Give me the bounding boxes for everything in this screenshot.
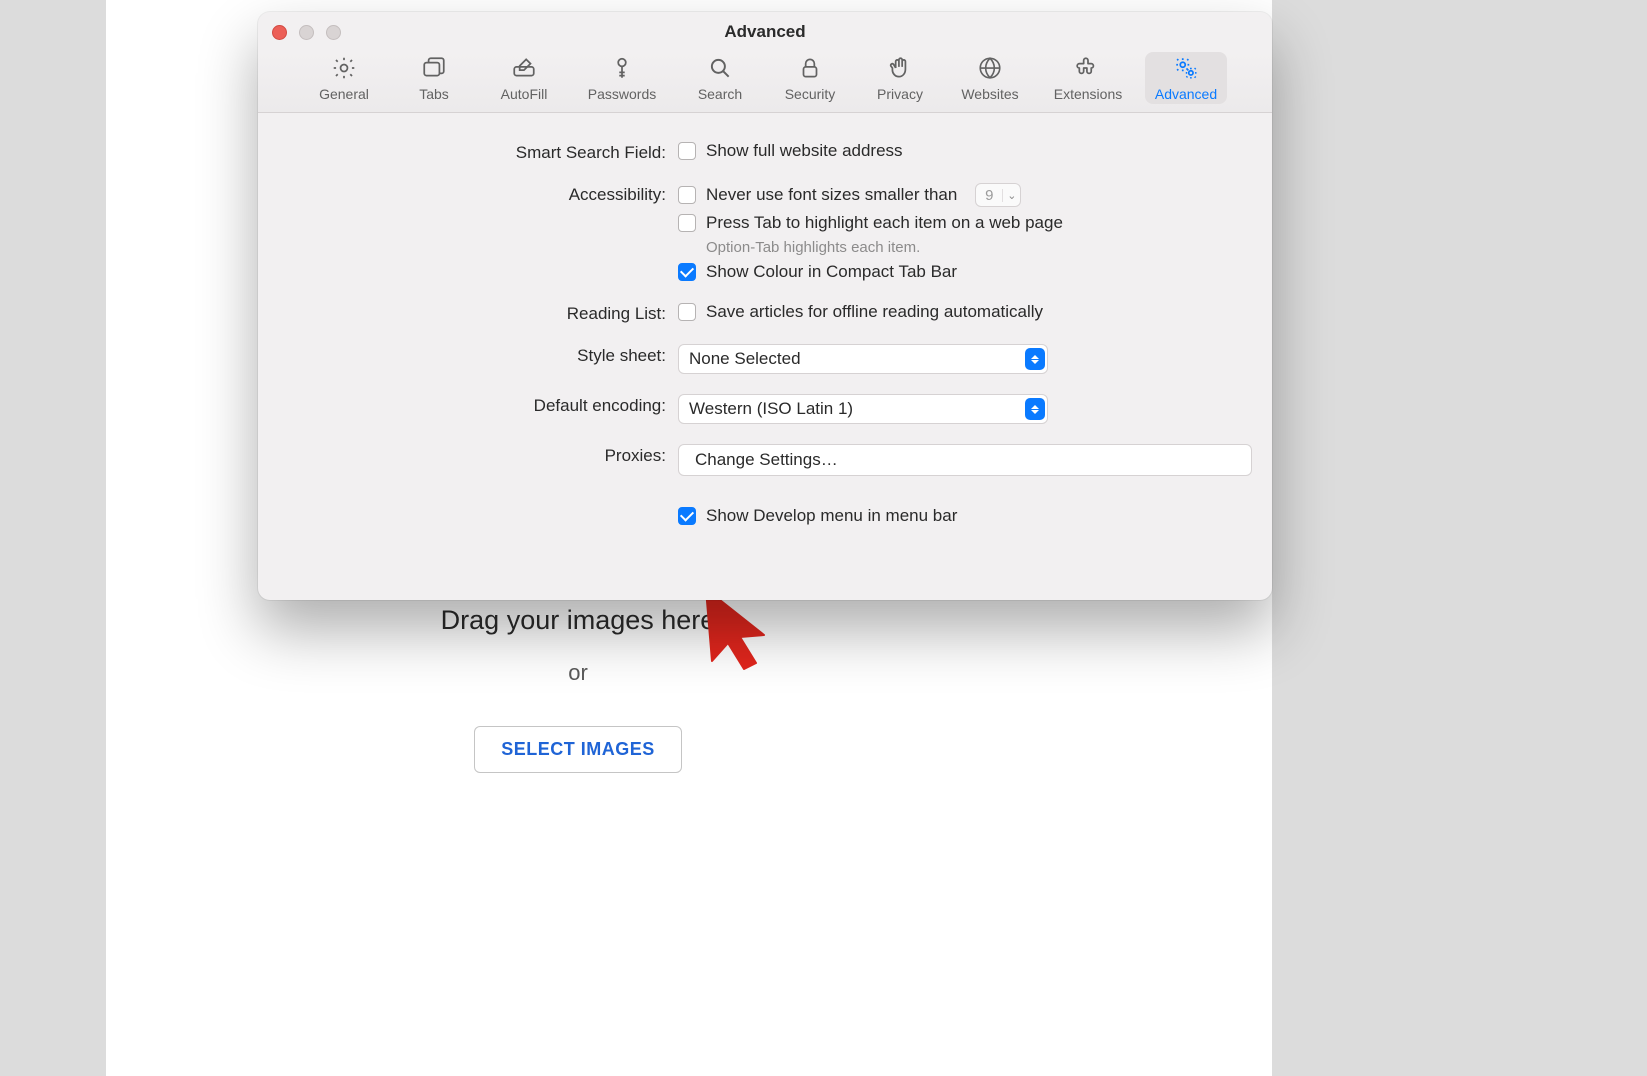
gear-icon — [330, 54, 358, 82]
double-gear-icon — [1172, 54, 1200, 82]
style-sheet-value: None Selected — [689, 349, 801, 369]
advanced-pane: Smart Search Field: Show full website ad… — [258, 113, 1272, 554]
default-encoding-label: Default encoding: — [278, 394, 678, 416]
tab-label: Extensions — [1054, 86, 1122, 102]
select-images-button[interactable]: SELECT IMAGES — [474, 726, 682, 773]
globe-icon — [976, 54, 1004, 82]
tab-label: Privacy — [877, 86, 923, 102]
window-titlebar: Advanced — [258, 12, 1272, 52]
tab-security[interactable]: Security — [769, 52, 851, 104]
never-font-smaller-checkbox[interactable] — [678, 186, 696, 204]
show-develop-menu-checkbox[interactable] — [678, 507, 696, 525]
empty-label — [278, 506, 678, 508]
show-develop-menu-text: Show Develop menu in menu bar — [706, 506, 957, 526]
font-size-value: 9 — [976, 187, 1002, 204]
tab-tabs[interactable]: Tabs — [393, 52, 475, 104]
lock-icon — [796, 54, 824, 82]
save-offline-text: Save articles for offline reading automa… — [706, 302, 1043, 322]
smart-search-label: Smart Search Field: — [278, 141, 678, 163]
tab-label: General — [319, 86, 369, 102]
style-sheet-label: Style sheet: — [278, 344, 678, 366]
accessibility-label: Accessibility: — [278, 183, 678, 205]
puzzle-icon — [1074, 54, 1102, 82]
tab-extensions[interactable]: Extensions — [1039, 52, 1137, 104]
proxies-label: Proxies: — [278, 444, 678, 466]
never-font-smaller-text: Never use font sizes smaller than — [706, 185, 957, 205]
tab-label: Security — [785, 86, 836, 102]
tab-passwords[interactable]: Passwords — [573, 52, 671, 104]
updown-caret-icon — [1025, 348, 1045, 370]
preferences-window: Advanced General Tabs AutoFill Passwords… — [258, 12, 1272, 600]
option-tab-hint: Option-Tab highlights each item. — [678, 239, 1252, 256]
pencil-field-icon — [510, 54, 538, 82]
change-settings-button[interactable]: Change Settings… — [678, 444, 1252, 476]
default-encoding-select[interactable]: Western (ISO Latin 1) — [678, 394, 1048, 424]
tab-label: AutoFill — [501, 86, 548, 102]
default-encoding-value: Western (ISO Latin 1) — [689, 399, 853, 419]
tab-privacy[interactable]: Privacy — [859, 52, 941, 104]
hand-icon — [886, 54, 914, 82]
save-offline-checkbox[interactable] — [678, 303, 696, 321]
show-full-address-text: Show full website address — [706, 141, 903, 161]
font-size-stepper[interactable]: 9 ⌄ — [975, 183, 1021, 207]
tab-general[interactable]: General — [303, 52, 385, 104]
tab-websites[interactable]: Websites — [949, 52, 1031, 104]
reading-list-label: Reading List: — [278, 302, 678, 324]
press-tab-text: Press Tab to highlight each item on a we… — [706, 213, 1063, 233]
press-tab-checkbox[interactable] — [678, 214, 696, 232]
chevron-down-icon[interactable]: ⌄ — [1002, 189, 1020, 202]
preferences-toolbar: General Tabs AutoFill Passwords Search S… — [258, 52, 1272, 113]
updown-caret-icon — [1025, 398, 1045, 420]
tab-label: Tabs — [419, 86, 449, 102]
tab-autofill[interactable]: AutoFill — [483, 52, 565, 104]
tab-advanced[interactable]: Advanced — [1145, 52, 1227, 104]
tab-label: Websites — [961, 86, 1018, 102]
search-icon — [706, 54, 734, 82]
show-colour-tab-bar-text: Show Colour in Compact Tab Bar — [706, 262, 957, 282]
drop-zone-or: or — [438, 660, 718, 686]
show-full-address-checkbox[interactable] — [678, 142, 696, 160]
drop-zone-heading: Drag your images here — [438, 605, 718, 636]
tab-label: Search — [698, 86, 742, 102]
show-colour-tab-bar-checkbox[interactable] — [678, 263, 696, 281]
window-title: Advanced — [258, 22, 1272, 42]
drop-zone[interactable]: Drag your images here or SELECT IMAGES — [438, 605, 718, 773]
tab-search[interactable]: Search — [679, 52, 761, 104]
tabs-icon — [420, 54, 448, 82]
tab-label: Passwords — [588, 86, 656, 102]
style-sheet-select[interactable]: None Selected — [678, 344, 1048, 374]
tab-label: Advanced — [1155, 86, 1217, 102]
key-icon — [608, 54, 636, 82]
